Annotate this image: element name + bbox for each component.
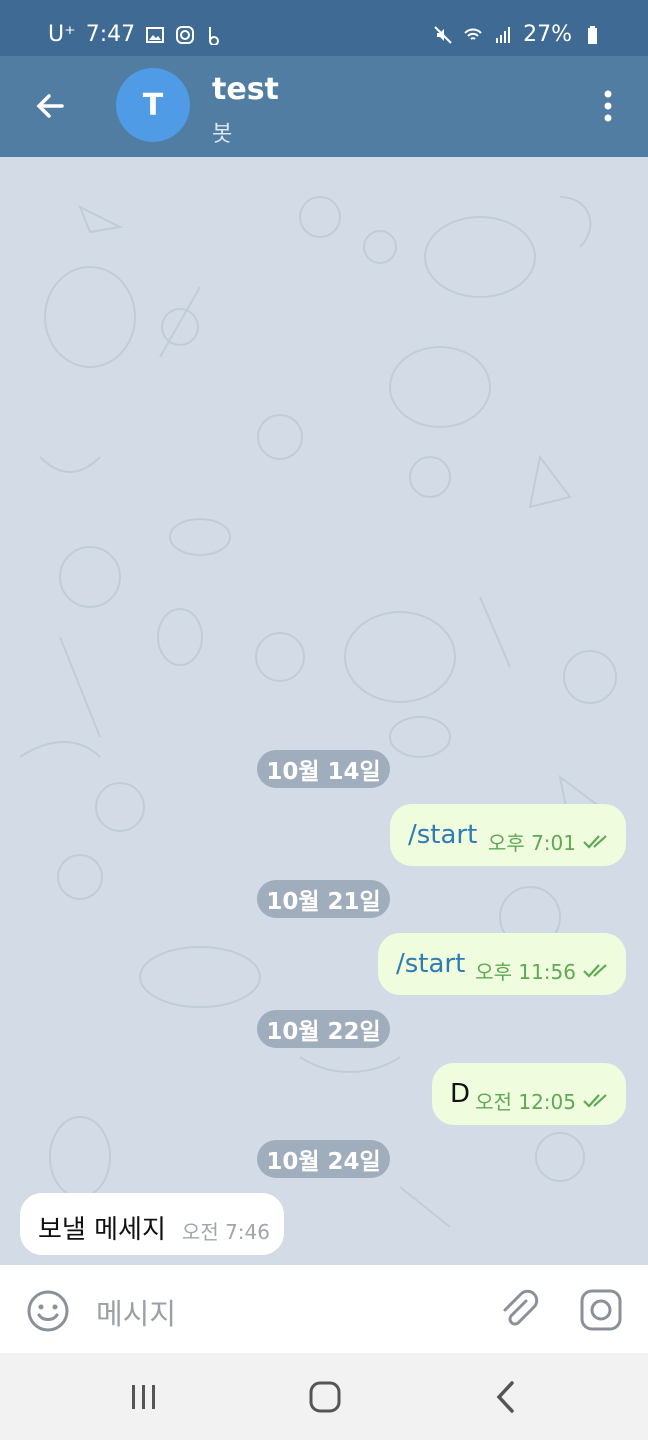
message-time: 오후 7:01 [487, 831, 576, 855]
more-vertical-icon[interactable] [594, 88, 622, 124]
emoji-icon[interactable] [26, 1289, 70, 1333]
avatar[interactable]: T [116, 68, 190, 142]
back-nav-icon[interactable] [487, 1379, 527, 1415]
message-bubble-outgoing[interactable]: D 오전 12:05 [432, 1063, 626, 1125]
message-text: D [450, 1079, 471, 1109]
date-chip: 10월 24일 [257, 1140, 390, 1178]
message-text[interactable]: /start [408, 820, 477, 850]
message-meta: 오후 7:01 [488, 827, 612, 856]
message-meta: 오후 11:56 [475, 956, 612, 985]
avatar-letter: T [142, 87, 164, 123]
message-bubble-incoming[interactable]: 보낼 메세지 오전 7:46 [20, 1193, 284, 1255]
date-chip: 10월 22일 [257, 1010, 390, 1048]
clock: 7:47 [85, 22, 136, 47]
signal-icon [496, 26, 511, 43]
status-bar: U⁺ 7:47 27% [0, 0, 648, 56]
gallery-icon [146, 26, 165, 43]
message-list[interactable]: 10월 14일 /start 오후 7:01 10월 21일 /start 오후… [0, 157, 648, 1265]
battery-percent: 27% [523, 22, 572, 47]
attach-icon[interactable] [496, 1287, 540, 1331]
instagram-icon [176, 25, 195, 44]
chat-subtitle: 봇 [212, 122, 233, 147]
message-input[interactable]: 메시지 [96, 1291, 176, 1333]
date-chip: 10월 14일 [257, 750, 390, 788]
date-chip: 10월 21일 [257, 880, 390, 918]
system-nav-bar [0, 1353, 648, 1440]
home-icon[interactable] [305, 1379, 345, 1415]
message-text[interactable]: /start [396, 949, 465, 979]
double-check-icon [583, 1093, 607, 1108]
message-composer: 메시지 [0, 1265, 648, 1353]
message-text: 보낼 메세지 [38, 1215, 166, 1245]
app-b-icon [209, 26, 220, 45]
chat-header: T test 봇 [0, 56, 648, 157]
message-bubble-outgoing[interactable]: /start 오후 11:56 [378, 933, 626, 995]
camera-icon[interactable] [578, 1287, 624, 1333]
chat-title[interactable]: test [212, 72, 279, 107]
wifi-icon [464, 28, 482, 40]
mute-icon [434, 25, 452, 44]
carrier-label: U⁺ [48, 22, 76, 47]
recent-apps-icon[interactable] [124, 1379, 164, 1415]
double-check-icon [583, 963, 607, 978]
message-meta: 오전 12:05 [475, 1086, 612, 1115]
message-time: 오전 7:46 [181, 1220, 270, 1244]
message-bubble-outgoing[interactable]: /start 오후 7:01 [390, 804, 626, 866]
back-arrow-icon[interactable] [30, 86, 70, 126]
message-time: 오전 12:05 [475, 1090, 576, 1114]
double-check-icon [583, 834, 607, 849]
message-time: 오후 11:56 [475, 960, 576, 984]
battery-icon [588, 25, 597, 44]
